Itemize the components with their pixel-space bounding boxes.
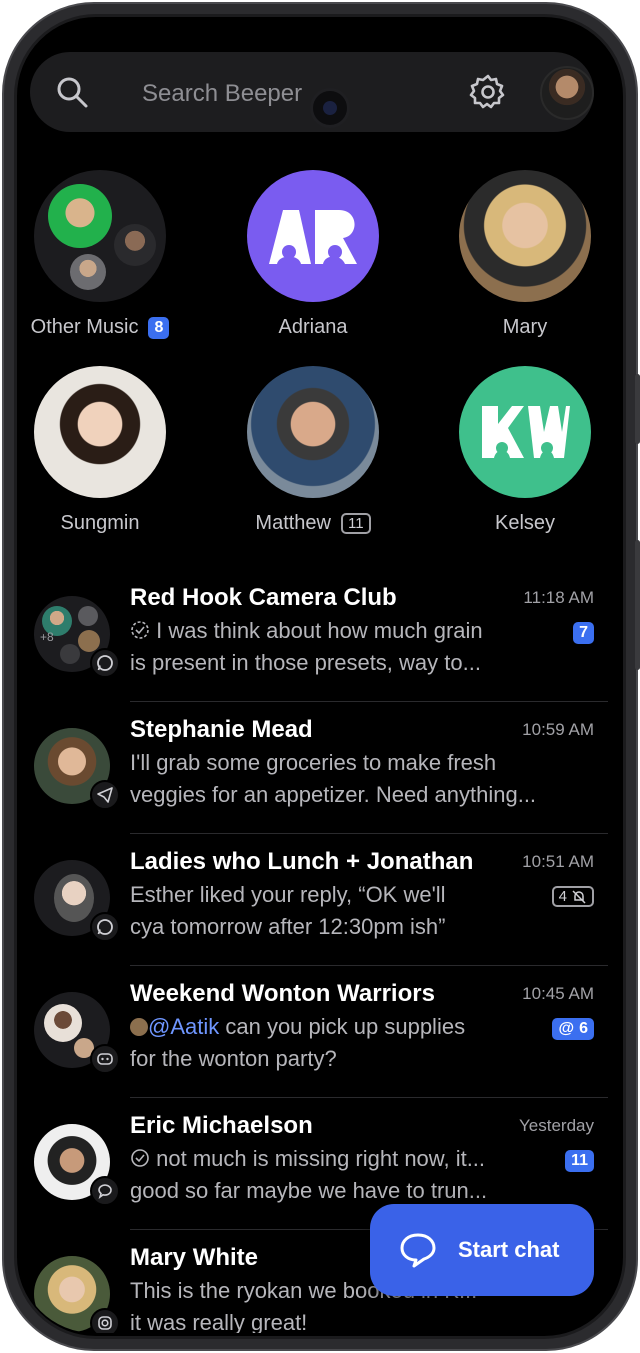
chat-preview: I was think about how much grain xyxy=(156,618,483,643)
dog-avatar xyxy=(48,184,112,248)
unread-badge: 11 xyxy=(565,1150,594,1172)
delivered-check-icon xyxy=(131,1149,149,1167)
start-chat-label: Start chat xyxy=(458,1237,560,1262)
imessage-icon xyxy=(90,1176,120,1206)
favorite-name: Mary xyxy=(502,316,548,338)
whatsapp-icon xyxy=(90,648,120,678)
chat-preview: I'll grab some groceries to make fresh xyxy=(130,750,497,775)
favorite-name: Sungmin xyxy=(60,512,140,534)
muted-bell-icon xyxy=(572,889,586,904)
telegram-icon xyxy=(90,780,120,810)
favorite-name: Adriana xyxy=(278,316,348,338)
chat-preview: good so far maybe we have to trun... xyxy=(130,1178,488,1203)
favorite-mary[interactable]: Mary xyxy=(425,170,618,339)
unread-badge: 7 xyxy=(573,622,594,644)
search-input[interactable]: Search Beeper xyxy=(142,80,302,108)
chat-preview: can you pick up supplies xyxy=(219,1014,466,1039)
member-avatar xyxy=(114,224,156,266)
sending-status-icon xyxy=(131,621,149,639)
chat-row[interactable]: Ladies who Lunch + Jonathan 10:51 AM Est… xyxy=(18,834,618,966)
chat-preview: it was really great! xyxy=(130,1310,308,1333)
chat-time: 10:45 AM xyxy=(522,984,594,1003)
favorite-adriana[interactable]: Adriana xyxy=(213,170,413,339)
favorite-name: Other Music xyxy=(30,316,139,338)
chat-preview: not much is missing right now, it... xyxy=(156,1146,486,1171)
chat-preview: Esther liked your reply, “OK we'll xyxy=(130,882,446,907)
chat-time: 10:51 AM xyxy=(522,852,594,871)
chat-row[interactable]: +8 Red Hook Camera Club 11:18 AM I was t… xyxy=(18,570,618,702)
at-icon: @ xyxy=(558,1020,575,1037)
instagram-icon xyxy=(90,1308,120,1333)
chat-preview: cya tomorrow after 12:30pm ish” xyxy=(130,914,446,939)
more-members-count: +8 xyxy=(40,630,54,644)
muted-unread-badge: 4 xyxy=(551,886,594,907)
mention[interactable]: @Aatik xyxy=(148,1014,219,1039)
gear-icon[interactable] xyxy=(468,72,508,112)
chat-preview: veggies for an appetizer. Need anything.… xyxy=(130,782,537,807)
front-camera xyxy=(310,88,350,128)
unread-badge: 8 xyxy=(148,316,170,339)
chat-name: Ladies who Lunch + Jonathan xyxy=(130,848,474,875)
chat-time: 11:18 AM xyxy=(523,588,594,607)
profile-avatar[interactable] xyxy=(540,66,594,120)
chat-name: Weekend Wonton Warriors xyxy=(130,980,435,1007)
search-icon[interactable] xyxy=(54,74,90,110)
matthew-avatar xyxy=(247,366,379,498)
chat-row[interactable]: Stephanie Mead 10:59 AM I'll grab some g… xyxy=(18,702,618,834)
chat-name: Red Hook Camera Club xyxy=(130,584,397,611)
whatsapp-icon xyxy=(90,912,120,942)
chat-name: Mary White xyxy=(130,1244,259,1271)
favorite-matthew[interactable]: Matthew 11 xyxy=(213,366,413,535)
chat-preview: for the wonton party? xyxy=(130,1046,337,1071)
sender-avatar xyxy=(130,1018,148,1036)
kelsey-logo-avatar xyxy=(459,366,591,498)
chat-name: Stephanie Mead xyxy=(130,716,313,743)
start-chat-button[interactable]: Start chat xyxy=(370,1204,594,1296)
favorite-other-music[interactable]: Other Music 8 xyxy=(18,170,200,339)
chat-time: 10:59 AM xyxy=(522,720,594,739)
power-button xyxy=(635,540,640,670)
app-screen: Search Beeper Other Music 8 Adriana Mary… xyxy=(18,18,618,1333)
favorite-kelsey[interactable]: Kelsey xyxy=(425,366,618,535)
search-bar[interactable]: Search Beeper xyxy=(30,52,594,132)
favorite-sungmin[interactable]: Sungmin xyxy=(18,366,200,535)
unread-badge: 11 xyxy=(341,513,371,534)
chat-bubble-icon xyxy=(400,1233,436,1268)
mary-avatar xyxy=(459,170,591,302)
discord-icon xyxy=(90,1044,120,1074)
chat-time: Yesterday xyxy=(519,1116,594,1135)
adriana-logo-avatar xyxy=(247,170,379,302)
favorite-name: Matthew xyxy=(255,512,331,534)
member-avatar xyxy=(70,254,106,290)
mention-unread-badge: @6 xyxy=(552,1018,594,1040)
favorite-name: Kelsey xyxy=(494,512,556,534)
chat-row[interactable]: Weekend Wonton Warriors 10:45 AM @Aatik … xyxy=(18,966,618,1098)
volume-button xyxy=(635,374,640,444)
chat-preview: is present in those presets, way to... xyxy=(130,650,481,675)
sungmin-avatar xyxy=(34,366,166,498)
kw-logo-icon xyxy=(482,406,570,458)
ar-logo-icon xyxy=(269,210,357,264)
chat-name: Eric Michaelson xyxy=(130,1112,313,1139)
group-avatar xyxy=(34,170,166,302)
